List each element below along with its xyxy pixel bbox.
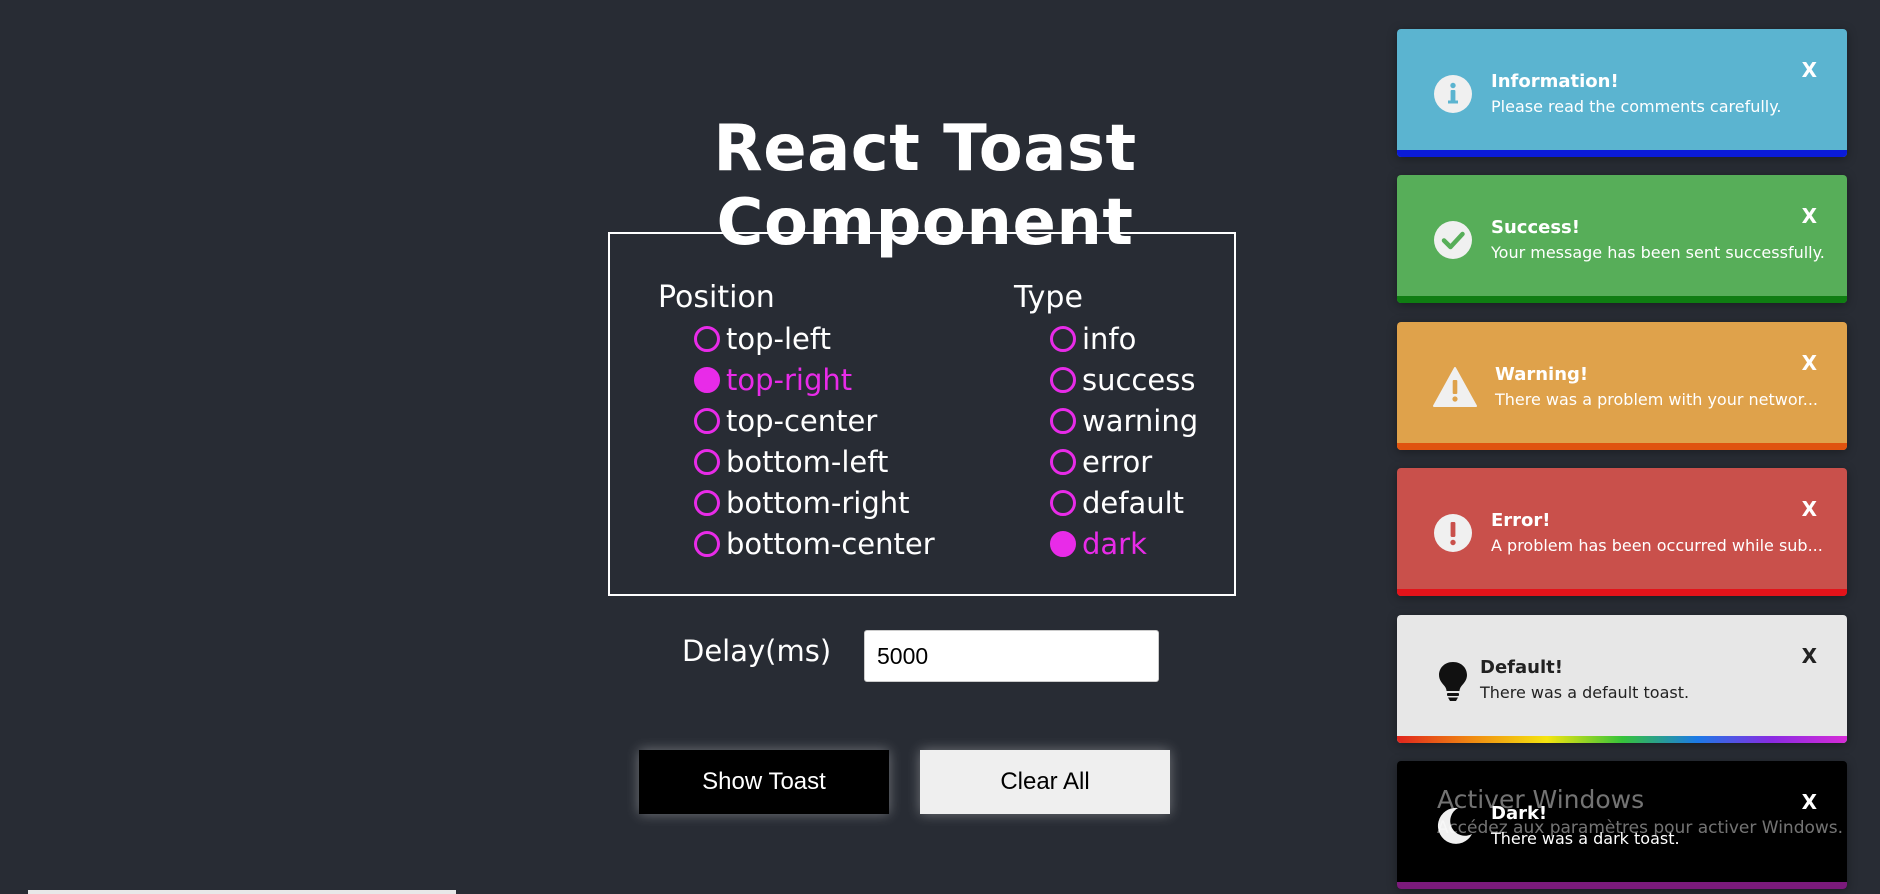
radio-circle[interactable]	[694, 366, 720, 393]
lightbulb-icon	[1432, 659, 1474, 701]
type-label: Type	[1014, 280, 1083, 315]
radio-circle[interactable]	[694, 325, 720, 352]
clear-all-button[interactable]: Clear All	[920, 750, 1170, 814]
radio-label: bottom-right	[726, 485, 910, 520]
radio-circle[interactable]	[1050, 448, 1076, 475]
radio-label: error	[1082, 444, 1153, 479]
radio-position-bottom-center[interactable]: bottom-center	[694, 523, 935, 564]
radio-circle[interactable]	[1050, 530, 1076, 557]
toast-close-button[interactable]: X	[1802, 790, 1817, 814]
info-icon	[1432, 73, 1474, 115]
radio-type-dark[interactable]: dark	[1050, 523, 1198, 564]
radio-position-bottom-right[interactable]: bottom-right	[694, 482, 935, 523]
toast-title: Error!	[1491, 510, 1551, 531]
delay-input[interactable]	[864, 630, 1159, 682]
bottom-scroll-indicator	[28, 890, 456, 894]
exclamation-circle-icon	[1432, 512, 1474, 554]
radio-circle[interactable]	[1050, 325, 1076, 352]
toast-message: Your message has been sent successfully.	[1491, 243, 1825, 262]
type-group: Type info success warning error default …	[1014, 278, 1198, 564]
radio-circle[interactable]	[694, 448, 720, 475]
radio-circle[interactable]	[694, 407, 720, 434]
radio-label: bottom-left	[726, 444, 889, 479]
toast-message: There was a default toast.	[1480, 683, 1690, 702]
radio-type-success[interactable]: success	[1050, 359, 1198, 400]
windows-activation-watermark-subtitle: Accédez aux paramètres pour activer Wind…	[1437, 818, 1844, 838]
toast-close-button[interactable]: X	[1802, 351, 1817, 375]
toast-success[interactable]: Success! Your message has been sent succ…	[1397, 175, 1847, 303]
radio-circle[interactable]	[694, 489, 720, 516]
toast-progress-bar	[1397, 882, 1847, 889]
toast-warning[interactable]: Warning! There was a problem with your n…	[1397, 322, 1847, 450]
toast-progress-bar	[1397, 443, 1847, 450]
radio-type-warning[interactable]: warning	[1050, 400, 1198, 441]
warning-triangle-icon	[1432, 366, 1477, 408]
radio-label: bottom-center	[726, 526, 935, 561]
show-toast-button[interactable]: Show Toast	[639, 750, 889, 814]
radio-circle[interactable]	[694, 530, 720, 557]
radio-position-top-right[interactable]: top-right	[694, 359, 935, 400]
radio-position-bottom-left[interactable]: bottom-left	[694, 441, 935, 482]
toast-title: Warning!	[1495, 364, 1589, 385]
radio-position-top-center[interactable]: top-center	[694, 400, 935, 441]
toast-title: Default!	[1480, 657, 1563, 678]
delay-label: Delay(ms)	[682, 634, 832, 668]
toast-error[interactable]: Error! A problem has been occurred while…	[1397, 468, 1847, 596]
check-circle-icon	[1432, 219, 1474, 261]
toast-default[interactable]: Default! There was a default toast. X	[1397, 615, 1847, 743]
radio-label: success	[1082, 362, 1196, 397]
radio-label: dark	[1082, 526, 1147, 561]
radio-circle[interactable]	[1050, 366, 1076, 393]
toast-message: Please read the comments carefully.	[1491, 97, 1782, 116]
radio-label: default	[1082, 485, 1185, 520]
toast-message: There was a problem with your networ...	[1495, 390, 1818, 409]
toast-message: A problem has been occurred while sub...	[1491, 536, 1823, 555]
toast-close-button[interactable]: X	[1802, 204, 1817, 228]
radio-label: warning	[1082, 403, 1199, 438]
toast-progress-bar	[1397, 589, 1847, 596]
position-label: Position	[658, 280, 775, 315]
toast-title: Success!	[1491, 217, 1580, 238]
toast-close-button[interactable]: X	[1802, 644, 1817, 668]
toast-info[interactable]: Information! Please read the comments ca…	[1397, 29, 1847, 157]
radio-label: top-center	[726, 403, 878, 438]
options-panel: Position top-left top-right top-center b…	[608, 232, 1236, 596]
radio-position-top-left[interactable]: top-left	[694, 318, 935, 359]
radio-type-info[interactable]: info	[1050, 318, 1198, 359]
toast-progress-bar	[1397, 150, 1847, 157]
toast-progress-bar	[1397, 736, 1847, 743]
radio-label: top-right	[726, 362, 853, 397]
toast-title: Information!	[1491, 71, 1619, 92]
radio-type-default[interactable]: default	[1050, 482, 1198, 523]
radio-type-error[interactable]: error	[1050, 441, 1198, 482]
toast-progress-bar	[1397, 296, 1847, 303]
toast-close-button[interactable]: X	[1802, 58, 1817, 82]
radio-circle[interactable]	[1050, 489, 1076, 516]
radio-label: info	[1082, 321, 1137, 356]
windows-activation-watermark-title: Activer Windows	[1437, 785, 1645, 814]
radio-label: top-left	[726, 321, 831, 356]
toast-close-button[interactable]: X	[1802, 497, 1817, 521]
radio-circle[interactable]	[1050, 407, 1076, 434]
position-group: Position top-left top-right top-center b…	[658, 278, 935, 564]
